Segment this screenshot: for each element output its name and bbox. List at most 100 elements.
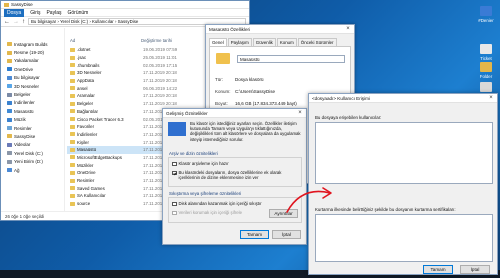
nav-item-icon [7, 84, 12, 89]
tab-location[interactable]: Konum [276, 38, 297, 46]
nav-item-label: Ağ [14, 167, 20, 173]
nav-item[interactable]: 3D Nesneler [1, 82, 64, 90]
tab-file[interactable]: Dosya [4, 8, 25, 17]
up-arrow-icon[interactable]: ↑ [22, 19, 25, 25]
file-name: .jsac [77, 55, 87, 61]
nav-item[interactable]: Bu bilgisayar [1, 74, 64, 82]
dialog-title: <dosyaadı> Kullanıcı Erişimi [312, 95, 370, 101]
tab-previous-versions[interactable]: Önceki Sürümler [297, 38, 337, 46]
nav-item-icon [7, 142, 12, 147]
title-bar[interactable]: Gelişmiş Öznitelikler × [163, 109, 306, 118]
advanced-attributes-dialog[interactable]: Gelişmiş Öznitelikler × Bu klasör için i… [162, 108, 307, 245]
nav-item[interactable]: İndirilenler [1, 99, 64, 107]
user-access-dialog[interactable]: <dosyaadı> Kullanıcı Erişimi × Bu dosyay… [308, 93, 498, 275]
nav-item-label: Belgeler [14, 92, 31, 98]
ok-button[interactable]: Tamam [423, 265, 453, 274]
folder-icon [70, 193, 75, 198]
size-label: Boyut: [215, 101, 228, 106]
details-button[interactable]: Ayrıntılar [269, 209, 298, 218]
encrypt-option-label: Verileri korumak için içeriği şifrele [178, 210, 243, 215]
nav-item[interactable]: Masaüstü [1, 107, 64, 115]
title-bar[interactable]: Masaüstü Özellikleri × [206, 25, 354, 34]
nav-item-label: Resimler [14, 125, 32, 131]
file-date: 02.05.2019 17:15 [143, 62, 178, 68]
file-name: .thumbnails [77, 62, 100, 68]
nav-item-label: Instagram Builds [14, 41, 48, 47]
nav-item[interactable]: Yeni Birim (D:) [1, 157, 64, 165]
tab-security[interactable]: Güvenlik [252, 38, 276, 46]
desktop-icon-1[interactable]: #Denier [474, 6, 498, 23]
close-icon[interactable]: × [294, 110, 306, 116]
window-title: SassyDise [11, 2, 33, 7]
archive-option[interactable]: Klasör arşivleme için hazır [172, 161, 297, 166]
index-option-label: Bu klasördeki dosyaların, dosya özellikl… [178, 170, 282, 180]
tab-general[interactable]: Genel [209, 38, 227, 46]
folder-icon [70, 178, 75, 183]
document-icon [480, 44, 492, 54]
compress-checkbox[interactable] [172, 201, 177, 206]
folder-icon [70, 55, 75, 60]
nav-item-icon [7, 67, 12, 72]
close-icon[interactable]: × [342, 26, 354, 32]
nav-item[interactable]: Instagram Builds [1, 40, 64, 48]
navigation-pane: Instagram Builds Resme (19-20) Yakalamalar… [1, 28, 65, 212]
back-arrow-icon[interactable]: ← [4, 19, 10, 25]
column-name-header[interactable]: Ad [67, 38, 138, 45]
compress-group-label: Sıkıştırma veya şifreleme öznitelikleri [169, 191, 242, 196]
index-option[interactable]: Bu klasördeki dosyaların, dosya özellikl… [172, 170, 297, 180]
tab-sharing[interactable]: Paylaşım [227, 38, 252, 46]
file-name: Saved Games [77, 185, 105, 191]
file-date: 25.05.2019 11:01 [143, 55, 177, 61]
folder-icon [70, 109, 75, 114]
nav-item[interactable]: Belgeler [1, 90, 64, 98]
compress-option[interactable]: Disk alanından kazanmak için içeriği sık… [172, 201, 297, 206]
nav-item[interactable]: Resme (19-20) [1, 48, 64, 56]
encrypt-checkbox[interactable] [172, 210, 177, 215]
encrypt-option[interactable]: Verileri korumak için içeriği şifrele [172, 210, 262, 215]
nav-item[interactable]: Resimler [1, 124, 64, 132]
nav-item[interactable]: Videolar [1, 141, 64, 149]
window-title: Masaüstü Özellikleri [209, 26, 251, 32]
app-icon [480, 6, 492, 16]
desktop-icon-3[interactable]: Folder [474, 62, 498, 79]
nav-item-label: 3D Nesneler [14, 83, 40, 89]
tab-view[interactable]: Görünüm [67, 10, 88, 16]
nav-item-label: Masaüstü [14, 108, 34, 114]
title-bar[interactable]: SassyDise [1, 1, 249, 9]
nav-item[interactable]: SassyDise [1, 132, 64, 140]
tab-share[interactable]: Paylaş [46, 10, 61, 16]
column-date-header[interactable]: Değiştirme tarihi [138, 38, 172, 45]
nav-item[interactable]: OneDrive [1, 65, 64, 73]
folder-icon [70, 155, 75, 160]
nav-item[interactable]: Ağ [1, 166, 64, 174]
desktop-icon-2[interactable]: Ticket [474, 44, 498, 61]
cancel-button[interactable]: İptal [460, 265, 490, 274]
cancel-button[interactable]: İptal [272, 230, 301, 239]
folder-icon [70, 86, 75, 91]
nav-item[interactable]: Yerel Disk (C:) [1, 149, 64, 157]
users-list[interactable] [315, 122, 493, 184]
nav-item-icon [7, 168, 12, 173]
nav-item-icon [7, 58, 12, 63]
archive-checkbox[interactable] [172, 161, 177, 166]
folder-icon [70, 101, 75, 106]
file-name: Aramalar [77, 93, 95, 99]
ok-button[interactable]: Tamam [240, 230, 269, 239]
nav-item-icon [7, 109, 12, 114]
nav-item[interactable]: Yakalamalar [1, 57, 64, 65]
folder-name-field[interactable]: Masaüstü [237, 55, 345, 63]
folder-icon [70, 201, 75, 206]
forward-arrow-icon[interactable]: → [13, 19, 19, 25]
compress-option-label: Disk alanından kazanmak için içeriği sık… [178, 201, 262, 206]
folder-icon [70, 93, 75, 98]
nav-item-label: Müzik [14, 117, 26, 123]
file-name: SA Kullanıcılar [77, 193, 106, 199]
title-bar[interactable]: <dosyaadı> Kullanıcı Erişimi × [309, 94, 497, 103]
close-icon[interactable]: × [485, 95, 497, 101]
nav-item[interactable]: Müzik [1, 116, 64, 124]
index-checkbox[interactable] [172, 170, 177, 175]
recovery-certificates-list[interactable] [315, 214, 493, 262]
tab-home[interactable]: Giriş [30, 10, 40, 16]
file-name: OneDrive [77, 170, 96, 176]
settings-icon [168, 122, 186, 136]
